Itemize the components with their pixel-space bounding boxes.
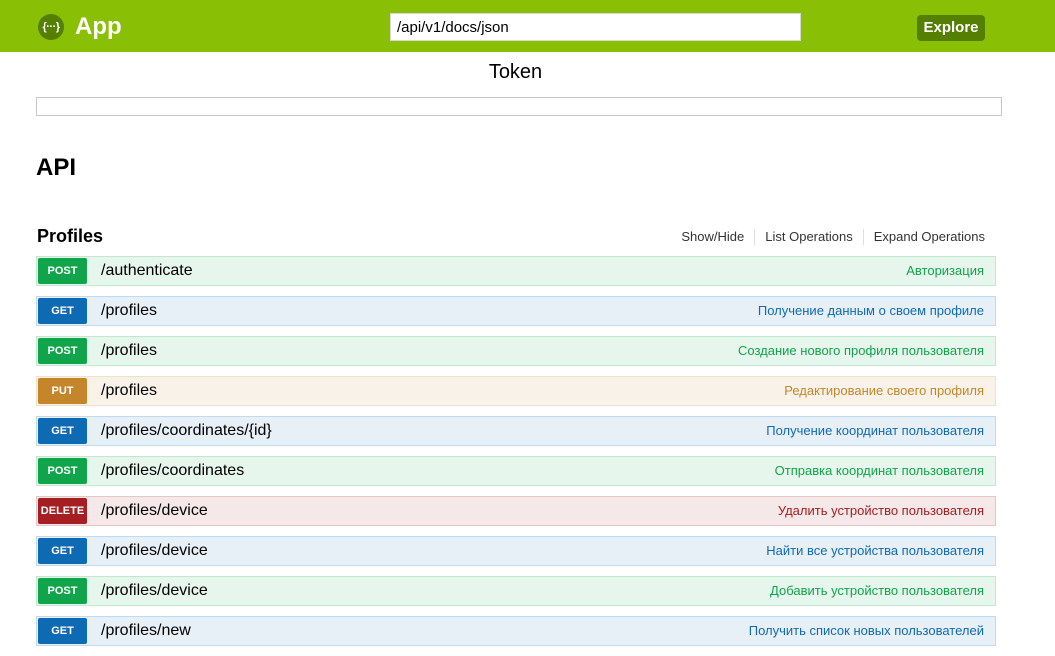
expand-operations-link[interactable]: Expand Operations: [862, 229, 985, 245]
operation-row[interactable]: GET /profiles/new Получить список новых …: [36, 616, 996, 646]
list-operations-link[interactable]: List Operations: [754, 229, 862, 245]
operation-path[interactable]: /profiles/coordinates: [101, 457, 244, 485]
resource-operations-links: Show/Hide List Operations Expand Operati…: [671, 229, 985, 245]
show-hide-link[interactable]: Show/Hide: [671, 229, 754, 245]
app-logo-icon: {···}: [38, 14, 64, 40]
operation-summary[interactable]: Получить список новых пользователей: [749, 617, 984, 645]
operation-row[interactable]: GET /profiles Получение данным о своем п…: [36, 296, 996, 326]
method-badge[interactable]: GET: [38, 618, 87, 644]
operation-summary[interactable]: Редактирование своего профиля: [784, 377, 984, 405]
method-badge[interactable]: GET: [38, 418, 87, 444]
method-badge[interactable]: POST: [38, 338, 87, 364]
method-badge[interactable]: DELETE: [38, 498, 87, 524]
top-bar: {···} App Explore: [0, 0, 1055, 52]
operation-row[interactable]: POST /profiles/device Добавить устройств…: [36, 576, 996, 606]
operation-path[interactable]: /profiles/new: [101, 617, 191, 645]
operation-path[interactable]: /profiles/device: [101, 537, 208, 565]
method-badge[interactable]: POST: [38, 578, 87, 604]
operation-summary[interactable]: Добавить устройство пользователя: [770, 577, 984, 605]
operation-row[interactable]: PUT /profiles Редактирование своего проф…: [36, 376, 996, 406]
operation-row[interactable]: GET /profiles/device Найти все устройств…: [36, 536, 996, 566]
operation-row[interactable]: DELETE /profiles/device Удалить устройст…: [36, 496, 996, 526]
operation-row[interactable]: GET /profiles/coordinates/{id} Получение…: [36, 416, 996, 446]
operation-row[interactable]: POST /profiles/coordinates Отправка коор…: [36, 456, 996, 486]
method-badge[interactable]: GET: [38, 538, 87, 564]
operation-summary[interactable]: Найти все устройства пользователя: [766, 537, 984, 565]
method-badge[interactable]: GET: [38, 298, 87, 324]
method-badge[interactable]: POST: [38, 258, 87, 284]
operation-summary[interactable]: Получение координат пользователя: [766, 417, 984, 445]
operation-summary[interactable]: Создание нового профиля пользователя: [738, 337, 984, 365]
operation-path[interactable]: /profiles/device: [101, 577, 208, 605]
operation-summary[interactable]: Удалить устройство пользователя: [778, 497, 984, 525]
operation-row[interactable]: POST /profiles Создание нового профиля п…: [36, 336, 996, 366]
app-title: App: [75, 13, 122, 40]
token-label: Token: [488, 61, 543, 83]
operation-summary[interactable]: Получение данным о своем профиле: [758, 297, 984, 325]
operation-row[interactable]: POST /authenticate Авторизация: [36, 256, 996, 286]
operation-path[interactable]: /profiles: [101, 297, 157, 325]
operation-path[interactable]: /profiles: [101, 377, 157, 405]
method-badge[interactable]: POST: [38, 458, 87, 484]
operation-path[interactable]: /authenticate: [101, 257, 193, 285]
token-input[interactable]: [36, 97, 1002, 116]
method-badge[interactable]: PUT: [38, 378, 87, 404]
operation-path[interactable]: /profiles/coordinates/{id}: [101, 417, 272, 445]
operation-summary[interactable]: Отправка координат пользователя: [775, 457, 984, 485]
operations-list: POST /authenticate Авторизация GET /prof…: [36, 256, 996, 656]
api-url-input[interactable]: [390, 13, 801, 41]
operation-path[interactable]: /profiles/device: [101, 497, 208, 525]
operation-path[interactable]: /profiles: [101, 337, 157, 365]
resource-title-profiles[interactable]: Profiles: [37, 225, 103, 247]
api-title: API: [36, 154, 77, 181]
operation-summary[interactable]: Авторизация: [906, 257, 984, 285]
explore-button[interactable]: Explore: [917, 15, 985, 41]
